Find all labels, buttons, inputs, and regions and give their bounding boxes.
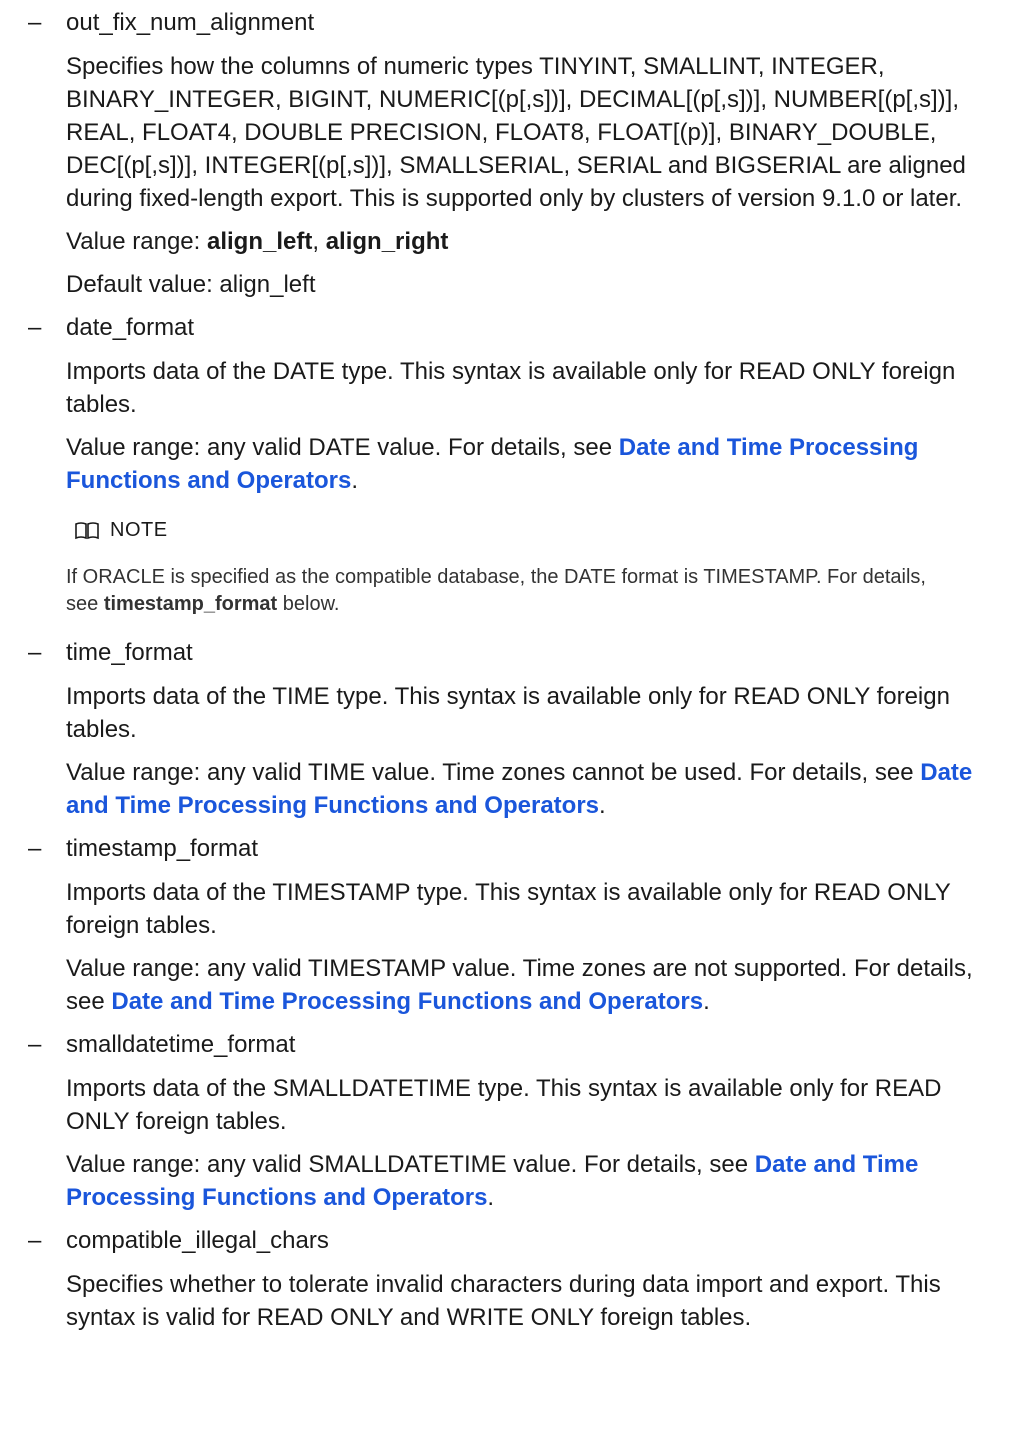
list-dash: – (28, 1031, 42, 1058)
param-name: timestamp_format (66, 835, 259, 862)
value-separator: , (312, 228, 326, 255)
list-dash: – (28, 835, 42, 862)
sentence-end: . (487, 1184, 495, 1211)
param-description: Specifies whether to tolerate invalid ch… (66, 1271, 941, 1331)
param-name: out_fix_num_alignment (66, 9, 315, 36)
param-name: date_format (66, 314, 195, 341)
param-description: Imports data of the TIMESTAMP type. This… (66, 879, 951, 939)
param-value-range: Value range: align_left, align_right (66, 225, 997, 258)
list-dash: – (28, 639, 42, 666)
note-text: If ORACLE is specified as the compatible… (66, 564, 997, 618)
param-description: Imports data of the SMALLDATETIME type. … (66, 1075, 942, 1135)
value-option-align-left: align_left (207, 228, 313, 255)
param-item-compatible-illegal-chars: – compatible_illegal_chars Specifies whe… (0, 1224, 1017, 1334)
param-name: time_format (66, 639, 193, 666)
param-description: Imports data of the DATE type. This synt… (66, 358, 956, 418)
note-text-suffix: below. (277, 593, 340, 615)
param-item-date-format: – date_format Imports data of the DATE t… (0, 311, 1017, 618)
list-dash: – (28, 1227, 42, 1254)
param-item-smalldatetime-format: – smalldatetime_format Imports data of t… (0, 1028, 1017, 1214)
param-value-range: Value range: any valid DATE value. For d… (66, 431, 997, 497)
date-time-functions-link[interactable]: Date and Time Processing Functions and O… (111, 988, 703, 1015)
param-value-range: Value range: any valid TIME value. Time … (66, 756, 997, 822)
list-dash: – (28, 9, 42, 36)
sentence-end: . (351, 467, 359, 494)
param-item-time-format: – time_format Imports data of the TIME t… (0, 636, 1017, 822)
value-range-prefix: Value range: any valid TIME value. Time … (66, 759, 921, 786)
note-text-bold: timestamp_format (103, 593, 278, 615)
value-option-align-right: align_right (325, 228, 449, 255)
param-name: compatible_illegal_chars (66, 1227, 329, 1254)
param-default-value: Default value: align_left (66, 271, 316, 298)
value-range-prefix: Value range: any valid DATE value. For d… (66, 434, 619, 461)
list-dash: – (28, 314, 42, 341)
note-label: NOTE (110, 519, 168, 541)
note-box: NOTE If ORACLE is specified as the compa… (66, 519, 997, 618)
value-range-prefix: Value range: any valid SMALLDATETIME val… (66, 1151, 755, 1178)
note-header: NOTE (74, 519, 997, 542)
value-range-prefix: Value range: (66, 228, 207, 255)
param-value-range: Value range: any valid TIMESTAMP value. … (66, 952, 997, 1018)
param-description: Specifies how the columns of numeric typ… (66, 53, 966, 212)
param-item-timestamp-format: – timestamp_format Imports data of the T… (0, 832, 1017, 1018)
document-page: – out_fix_num_alignment Specifies how th… (0, 0, 1017, 1334)
param-name: smalldatetime_format (66, 1031, 296, 1058)
book-icon (74, 521, 100, 541)
sentence-end: . (599, 792, 606, 819)
param-description: Imports data of the TIME type. This synt… (66, 683, 950, 743)
param-value-range: Value range: any valid SMALLDATETIME val… (66, 1148, 997, 1214)
param-item-out-fix-num-alignment: – out_fix_num_alignment Specifies how th… (0, 6, 1017, 301)
sentence-end: . (703, 988, 710, 1015)
